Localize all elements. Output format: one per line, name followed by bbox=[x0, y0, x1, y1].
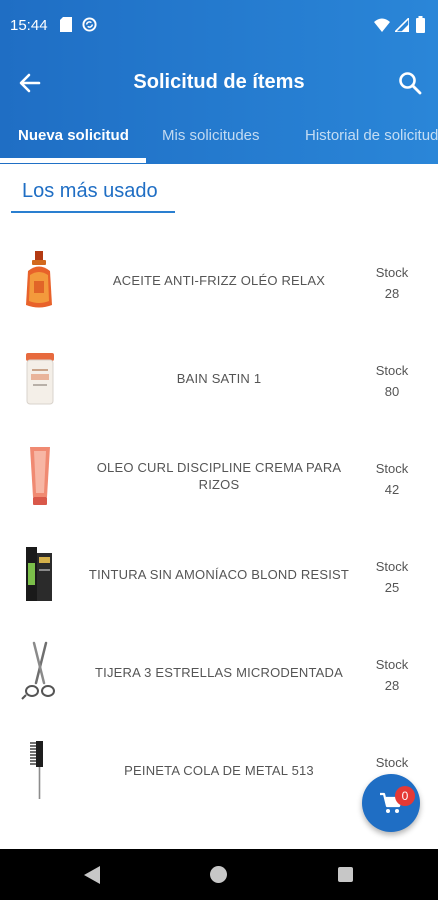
stock-value: 28 bbox=[384, 286, 400, 301]
item-name: ACEITE ANTI-FRIZZ OLÉO RELAX bbox=[112, 272, 326, 288]
section-title: Los más usado bbox=[22, 180, 158, 202]
item-stock: Stock bbox=[362, 752, 422, 773]
item-stock: Stock 28 bbox=[362, 654, 422, 696]
battery-icon bbox=[416, 16, 425, 33]
tab-mis-solicitudes[interactable]: Mis solicitudes bbox=[162, 112, 260, 164]
stock-label: Stock bbox=[375, 461, 409, 476]
stock-value: 28 bbox=[384, 678, 400, 693]
toolbar: Solicitud de ítems bbox=[0, 54, 438, 112]
stock-value: 42 bbox=[384, 482, 400, 497]
item-stock: Stock 28 bbox=[362, 262, 422, 304]
page-title: Solicitud de ítems bbox=[133, 71, 305, 93]
tab-bar: Nueva solicitud Mis solicitudes Historia… bbox=[0, 112, 438, 164]
item-name: PEINETA COLA DE METAL 513 bbox=[124, 762, 314, 778]
signal-icon bbox=[395, 18, 409, 32]
nav-home-icon[interactable] bbox=[210, 866, 227, 883]
status-time: 15:44 bbox=[10, 17, 48, 34]
stock-label: Stock bbox=[375, 755, 409, 770]
nav-back-icon[interactable] bbox=[84, 866, 100, 884]
tab-historial-de-solicitudes[interactable]: Historial de solicitudes bbox=[305, 112, 438, 164]
stock-label: Stock bbox=[375, 657, 409, 672]
cart-count-badge: 0 bbox=[395, 786, 415, 806]
shampoo-bottle-icon bbox=[26, 353, 54, 405]
hair-dye-box-icon bbox=[26, 547, 52, 601]
stock-value: 80 bbox=[384, 384, 400, 399]
list-item[interactable]: TIJERA 3 ESTRELLAS MICRODENTADA Stock 28 bbox=[0, 623, 438, 721]
item-stock: Stock 42 bbox=[362, 458, 422, 500]
item-name: OLEO CURL DISCIPLINE CREMA PARA RIZOS bbox=[96, 460, 342, 492]
item-name: BAIN SATIN 1 bbox=[176, 370, 262, 386]
stock-label: Stock bbox=[375, 265, 409, 280]
cart-button[interactable]: 0 bbox=[362, 774, 420, 832]
stock-label: Stock bbox=[375, 363, 409, 378]
search-icon[interactable] bbox=[396, 69, 424, 97]
app-bar: 15:44 Solicitud de ítems Nueva solicitud… bbox=[0, 0, 438, 164]
item-stock: Stock 25 bbox=[362, 556, 422, 598]
nav-recents-icon[interactable] bbox=[338, 867, 353, 882]
stock-value: 25 bbox=[384, 580, 400, 595]
stock-label: Stock bbox=[375, 559, 409, 574]
item-list: ACEITE ANTI-FRIZZ OLÉO RELAX Stock 28 BA… bbox=[0, 231, 438, 849]
sync-icon bbox=[82, 17, 97, 32]
list-item[interactable]: OLEO CURL DISCIPLINE CREMA PARA RIZOS St… bbox=[0, 427, 438, 525]
scissors-icon bbox=[21, 641, 55, 700]
item-name: TINTURA SIN AMONÍACO BLOND RESIST bbox=[88, 566, 350, 582]
comb-icon bbox=[30, 741, 43, 799]
item-stock: Stock 80 bbox=[362, 360, 422, 402]
cream-tube-icon bbox=[30, 447, 50, 505]
system-nav-bar bbox=[0, 849, 438, 900]
item-name: TIJERA 3 ESTRELLAS MICRODENTADA bbox=[95, 664, 343, 680]
sd-card-icon bbox=[60, 17, 72, 32]
list-item[interactable]: ACEITE ANTI-FRIZZ OLÉO RELAX Stock 28 bbox=[0, 231, 438, 329]
list-item[interactable]: BAIN SATIN 1 Stock 80 bbox=[0, 329, 438, 427]
list-item[interactable]: TINTURA SIN AMONÍACO BLOND RESIST Stock … bbox=[0, 525, 438, 623]
tab-indicator bbox=[0, 158, 146, 163]
wifi-icon bbox=[374, 18, 390, 32]
status-bar: 15:44 bbox=[0, 0, 438, 54]
oil-bottle-icon bbox=[26, 251, 52, 308]
section-underline bbox=[11, 211, 175, 213]
tab-nueva-solicitud[interactable]: Nueva solicitud bbox=[18, 112, 129, 164]
